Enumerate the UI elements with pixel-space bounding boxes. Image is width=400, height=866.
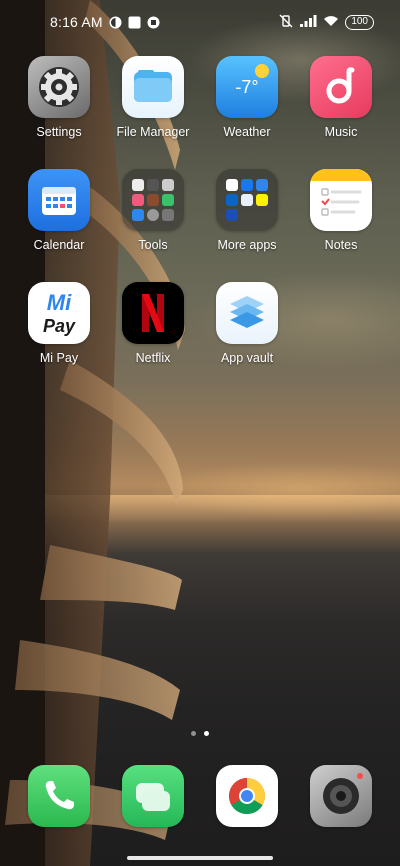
app-netflix[interactable]: Netflix xyxy=(106,282,200,365)
settings-icon xyxy=(28,56,90,118)
notification-icon-1 xyxy=(109,16,122,29)
tools-folder-icon xyxy=(122,169,184,231)
page-dot[interactable] xyxy=(191,731,196,736)
notification-icon-2 xyxy=(128,16,141,29)
app-calendar[interactable]: Calendar xyxy=(12,169,106,252)
app-label: Netflix xyxy=(135,351,171,365)
wifi-icon xyxy=(323,14,339,30)
app-label: Notes xyxy=(324,238,358,252)
weather-temp: -7° xyxy=(235,77,259,97)
app-label: App vault xyxy=(220,351,274,365)
app-label: Calendar xyxy=(33,238,85,252)
mi-pay-logo-top: Mi xyxy=(46,290,72,315)
folder-tools[interactable]: Tools xyxy=(106,169,200,252)
status-bar: 8:16 AM 100 xyxy=(0,0,400,44)
app-label: More apps xyxy=(217,238,277,252)
home-indicator[interactable] xyxy=(127,856,273,860)
music-icon xyxy=(310,56,372,118)
app-label: Mi Pay xyxy=(39,351,79,365)
app-music[interactable]: Music xyxy=(294,56,388,139)
app-label: Weather xyxy=(223,125,271,139)
notes-icon xyxy=(310,169,372,231)
chrome-icon xyxy=(228,778,266,815)
app-label: Music xyxy=(324,125,358,139)
calendar-icon xyxy=(28,169,90,231)
messages-icon xyxy=(136,783,170,811)
camera-icon xyxy=(323,773,363,814)
app-weather[interactable]: -7° Weather xyxy=(200,56,294,139)
app-file-manager[interactable]: File Manager xyxy=(106,56,200,139)
page-dot-active[interactable] xyxy=(204,731,209,736)
app-app-vault[interactable]: App vault xyxy=(200,282,294,365)
netflix-icon xyxy=(122,282,184,344)
wallpaper-horizon xyxy=(0,495,400,523)
status-time: 8:16 AM xyxy=(50,14,103,30)
mi-pay-logo-bottom: Pay xyxy=(42,316,76,336)
mi-pay-icon: Mi Pay xyxy=(28,282,90,344)
app-label: File Manager xyxy=(116,125,190,139)
app-label: Settings xyxy=(36,125,82,139)
dock-phone[interactable] xyxy=(28,765,90,827)
app-mi-pay[interactable]: Mi Pay Mi Pay xyxy=(12,282,106,365)
vibrate-mute-icon xyxy=(278,14,294,31)
file-manager-icon xyxy=(122,56,184,118)
dock-camera[interactable] xyxy=(310,765,372,827)
app-vault-icon xyxy=(216,282,278,344)
folder-more-apps[interactable]: More apps xyxy=(200,169,294,252)
app-settings[interactable]: Settings xyxy=(12,56,106,139)
page-indicator[interactable] xyxy=(0,731,400,736)
signal-icon xyxy=(300,14,317,30)
notification-icon-3 xyxy=(147,16,160,29)
battery-icon: 100 xyxy=(345,14,374,30)
dock-messages[interactable] xyxy=(122,765,184,827)
app-notes[interactable]: Notes xyxy=(294,169,388,252)
dock-chrome[interactable] xyxy=(216,765,278,827)
app-label: Tools xyxy=(138,238,168,252)
phone-icon xyxy=(45,781,74,810)
weather-icon: -7° xyxy=(216,56,278,118)
more-apps-folder-icon xyxy=(216,169,278,231)
